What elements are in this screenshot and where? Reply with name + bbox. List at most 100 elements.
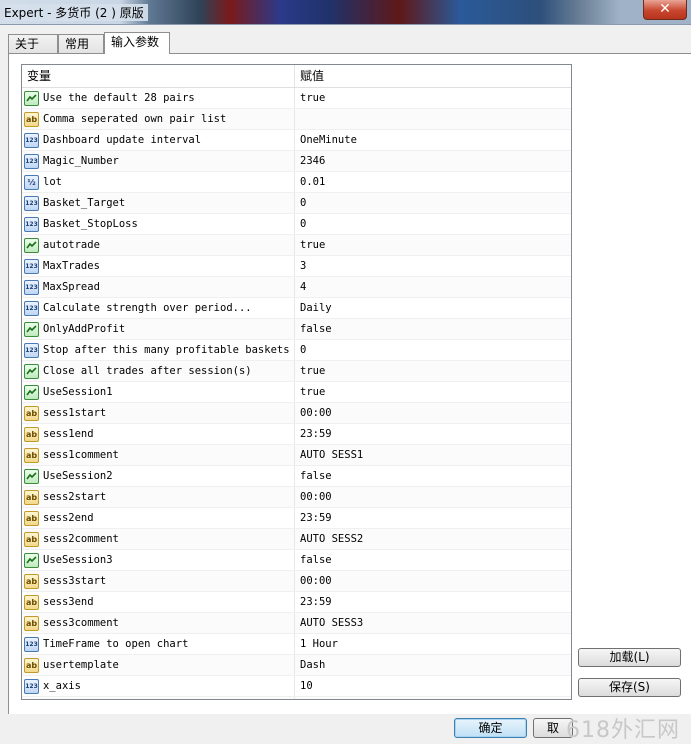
- value-cell[interactable]: [295, 109, 571, 129]
- table-row[interactable]: Close all trades after session(s) true: [22, 361, 571, 382]
- table-row[interactable]: 123 MaxTrades 3: [22, 256, 571, 277]
- table-row[interactable]: 123 Calculate strength over period... Dail…: [22, 298, 571, 319]
- table-row[interactable]: UseSession2 false: [22, 466, 571, 487]
- value-cell[interactable]: 00:00: [295, 487, 571, 507]
- table-row[interactable]: 123 MaxSpread 4: [22, 277, 571, 298]
- table-row[interactable]: ab sess1comment AUTO SESS1: [22, 445, 571, 466]
- close-button[interactable]: ✕: [643, 0, 687, 20]
- tab-inputs[interactable]: 输入参数: [104, 32, 170, 54]
- table-row[interactable]: UseSession3 false: [22, 550, 571, 571]
- table-row[interactable]: 123y_axis35: [22, 697, 571, 699]
- variable-cell[interactable]: ab sess2comment: [22, 529, 295, 549]
- variable-cell[interactable]: ab sess1start: [22, 403, 295, 423]
- value-cell[interactable]: 00:00: [295, 571, 571, 591]
- value-cell[interactable]: 00:00: [295, 403, 571, 423]
- value-cell[interactable]: Dash: [295, 655, 571, 675]
- value-cell[interactable]: 23:59: [295, 592, 571, 612]
- variable-cell[interactable]: ab sess2end: [22, 508, 295, 528]
- value-cell[interactable]: true: [295, 88, 571, 108]
- value-cell[interactable]: false: [295, 319, 571, 339]
- table-row[interactable]: ab sess1end 23:59: [22, 424, 571, 445]
- table-row[interactable]: ab Comma seperated own pair list: [22, 109, 571, 130]
- variable-cell[interactable]: 123 Basket_Target: [22, 193, 295, 213]
- table-row[interactable]: OnlyAddProfit false: [22, 319, 571, 340]
- variable-cell[interactable]: autotrade: [22, 235, 295, 255]
- variable-cell[interactable]: 123 TimeFrame to open chart: [22, 634, 295, 654]
- table-row[interactable]: 123 Magic_Number 2346: [22, 151, 571, 172]
- table-row[interactable]: 123 x_axis 10: [22, 676, 571, 697]
- value-cell[interactable]: 1 Hour: [295, 634, 571, 654]
- value-cell[interactable]: 4: [295, 277, 571, 297]
- variable-cell[interactable]: 123 x_axis: [22, 676, 295, 696]
- value-cell[interactable]: AUTO SESS3: [295, 613, 571, 633]
- variable-cell[interactable]: OnlyAddProfit: [22, 319, 295, 339]
- save-button[interactable]: 保存(S): [578, 678, 681, 697]
- ok-button[interactable]: 确定: [454, 718, 527, 738]
- variable-cell[interactable]: UseSession1: [22, 382, 295, 402]
- variable-cell[interactable]: Use the default 28 pairs: [22, 88, 295, 108]
- value-cell[interactable]: 0: [295, 340, 571, 360]
- table-row[interactable]: 123 Basket_Target 0: [22, 193, 571, 214]
- value-cell[interactable]: 35: [295, 697, 571, 699]
- variable-cell[interactable]: ab sess2start: [22, 487, 295, 507]
- table-row[interactable]: ab sess2end 23:59: [22, 508, 571, 529]
- table-row[interactable]: 123 Dashboard update interval OneMinute: [22, 130, 571, 151]
- value-cell[interactable]: true: [295, 235, 571, 255]
- value-cell[interactable]: 23:59: [295, 508, 571, 528]
- variable-cell[interactable]: 123 Calculate strength over period...: [22, 298, 295, 318]
- table-row[interactable]: Use the default 28 pairs true: [22, 88, 571, 109]
- variable-cell[interactable]: ab sess3comment: [22, 613, 295, 633]
- table-row[interactable]: ab sess1start 00:00: [22, 403, 571, 424]
- table-row[interactable]: ab sess3start 00:00: [22, 571, 571, 592]
- column-header-variable[interactable]: 变量: [22, 65, 295, 87]
- value-cell[interactable]: 10: [295, 676, 571, 696]
- table-row[interactable]: 123 Stop after this many profitable baske…: [22, 340, 571, 361]
- tab-about[interactable]: 关于: [8, 34, 58, 53]
- value-cell[interactable]: OneMinute: [295, 130, 571, 150]
- variable-cell[interactable]: 123y_axis: [22, 697, 295, 699]
- table-row[interactable]: ab usertemplate Dash: [22, 655, 571, 676]
- variable-cell[interactable]: ab sess3end: [22, 592, 295, 612]
- variable-cell[interactable]: UseSession2: [22, 466, 295, 486]
- value-cell[interactable]: 2346: [295, 151, 571, 171]
- variable-cell[interactable]: 123 MaxTrades: [22, 256, 295, 276]
- variable-cell[interactable]: 123 Dashboard update interval: [22, 130, 295, 150]
- table-row[interactable]: ½ lot 0.01: [22, 172, 571, 193]
- value-cell[interactable]: Daily: [295, 298, 571, 318]
- column-header-value[interactable]: 赋值: [295, 65, 571, 87]
- table-row[interactable]: ab sess2start 00:00: [22, 487, 571, 508]
- value-cell[interactable]: false: [295, 550, 571, 570]
- variable-cell[interactable]: ab sess1comment: [22, 445, 295, 465]
- table-row[interactable]: autotrade true: [22, 235, 571, 256]
- load-button[interactable]: 加载(L): [578, 648, 681, 667]
- variable-cell[interactable]: 123 Basket_StopLoss: [22, 214, 295, 234]
- variable-cell[interactable]: 123 Magic_Number: [22, 151, 295, 171]
- value-cell[interactable]: true: [295, 382, 571, 402]
- value-cell[interactable]: 0: [295, 193, 571, 213]
- value-cell[interactable]: true: [295, 361, 571, 381]
- value-cell[interactable]: AUTO SESS1: [295, 445, 571, 465]
- variable-cell[interactable]: UseSession3: [22, 550, 295, 570]
- value-cell[interactable]: 3: [295, 256, 571, 276]
- table-row[interactable]: ab sess3comment AUTO SESS3: [22, 613, 571, 634]
- value-cell[interactable]: false: [295, 466, 571, 486]
- value-cell[interactable]: 0: [295, 214, 571, 234]
- variable-cell[interactable]: ab sess3start: [22, 571, 295, 591]
- variable-cell[interactable]: ½ lot: [22, 172, 295, 192]
- tab-common[interactable]: 常用: [58, 34, 104, 53]
- value-cell[interactable]: AUTO SESS2: [295, 529, 571, 549]
- variable-name: TimeFrame to open chart: [43, 638, 189, 650]
- variable-cell[interactable]: Close all trades after session(s): [22, 361, 295, 381]
- table-row[interactable]: ab sess2comment AUTO SESS2: [22, 529, 571, 550]
- table-row[interactable]: ab sess3end 23:59: [22, 592, 571, 613]
- value-cell[interactable]: 23:59: [295, 424, 571, 444]
- value-cell[interactable]: 0.01: [295, 172, 571, 192]
- table-row[interactable]: 123 TimeFrame to open chart 1 Hour: [22, 634, 571, 655]
- variable-cell[interactable]: ab Comma seperated own pair list: [22, 109, 295, 129]
- variable-cell[interactable]: 123 Stop after this many profitable baske…: [22, 340, 295, 360]
- variable-cell[interactable]: ab sess1end: [22, 424, 295, 444]
- table-row[interactable]: 123 Basket_StopLoss 0: [22, 214, 571, 235]
- variable-cell[interactable]: 123 MaxSpread: [22, 277, 295, 297]
- variable-cell[interactable]: ab usertemplate: [22, 655, 295, 675]
- table-row[interactable]: UseSession1 true: [22, 382, 571, 403]
